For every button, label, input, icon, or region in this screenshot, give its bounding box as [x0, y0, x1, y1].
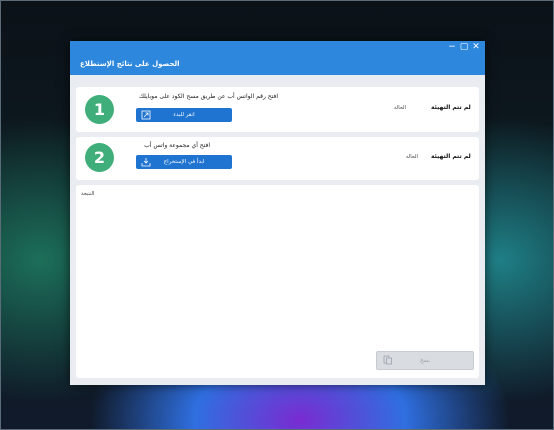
- window-header: الحصول على نتائج الإستطلاع: [70, 53, 485, 75]
- app-window: − ▢ ✕ الحصول على نتائج الإستطلاع 1 افتح …: [70, 41, 485, 385]
- extract-button-label: ابدأ في الإستخراج: [163, 159, 205, 165]
- open-external-icon: [141, 110, 151, 120]
- extract-button[interactable]: ابدأ في الإستخراج: [136, 155, 232, 169]
- step1-status-value: لم تتم التهيئة: [431, 104, 471, 111]
- step2-instruction: افتح أي مجموعة واتس أب: [144, 142, 210, 149]
- step2-status-value: لم تتم التهيئة: [431, 153, 471, 160]
- step1-status-label: الحالة: [394, 105, 406, 111]
- step2-status-label: الحالة: [406, 154, 418, 160]
- minimize-icon[interactable]: −: [446, 41, 458, 53]
- step1-number-badge: 1: [85, 95, 114, 124]
- start-button[interactable]: انقر للبدء: [136, 108, 232, 122]
- step2-number-badge: 2: [85, 143, 114, 172]
- step2-card: 2 افتح أي مجموعة واتس أب ابدأ في الإستخر…: [76, 137, 479, 180]
- copy-icon: [383, 355, 392, 365]
- close-icon[interactable]: ✕: [470, 41, 482, 53]
- step1-card: 1 افتح رقم الواتس أب عن طريق مسح الكود ع…: [76, 87, 479, 132]
- window-title: الحصول على نتائج الإستطلاع: [80, 60, 180, 68]
- window-titlebar: − ▢ ✕: [70, 41, 485, 53]
- download-icon: [141, 158, 151, 167]
- maximize-icon[interactable]: ▢: [458, 41, 470, 53]
- copy-button-label: نسخ: [420, 357, 430, 364]
- copy-button[interactable]: نسخ: [376, 351, 474, 370]
- result-panel: النتيجة نسخ: [76, 185, 479, 378]
- main-content: 1 افتح رقم الواتس أب عن طريق مسح الكود ع…: [76, 81, 479, 379]
- step1-instruction: افتح رقم الواتس أب عن طريق مسح الكود على…: [138, 93, 278, 100]
- start-button-label: انقر للبدء: [173, 112, 195, 118]
- result-label: النتيجة: [81, 191, 95, 197]
